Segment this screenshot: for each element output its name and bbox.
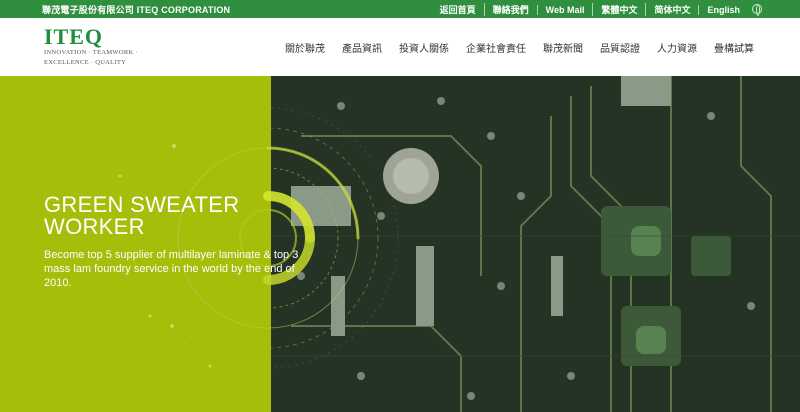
logo-tagline-2: EXCELLENCE · QUALITY (44, 58, 127, 66)
lang-traditional-link[interactable]: 繁體中文 (592, 3, 645, 16)
hero-title-line-2: WORKER (44, 214, 145, 239)
logo[interactable]: ITEQ INNOVATION · TEAMWORK · EXCELLENCE … (44, 26, 138, 67)
hero-desc-line-3: 2010. (44, 277, 72, 289)
lang-simplified-link[interactable]: 简体中文 (645, 3, 698, 16)
nav-products[interactable]: 產品資訊 (342, 40, 382, 55)
webmail-link[interactable]: Web Mail (536, 4, 593, 15)
hero-desc-line-1: Become top 5 supplier of multilayer lami… (44, 249, 299, 261)
nav-investors[interactable]: 投資人關係 (399, 40, 449, 55)
globe-icon[interactable] (752, 4, 762, 16)
top-links: 返回首頁 聯絡我們 Web Mail 繁體中文 简体中文 English (432, 3, 748, 16)
logo-tagline-1: INNOVATION · TEAMWORK · (44, 49, 138, 56)
contact-link[interactable]: 聯絡我們 (483, 3, 537, 16)
hero-banner: GREEN SWEATER WORKER Become top 5 suppli… (0, 76, 800, 412)
hero-green-panel (0, 76, 271, 412)
nav-stackup[interactable]: 疊構試算 (714, 40, 754, 55)
nav-csr[interactable]: 企業社會責任 (466, 40, 526, 55)
nav-about[interactable]: 關於聯茂 (285, 40, 325, 55)
hero-description: Become top 5 supplier of multilayer lami… (44, 248, 324, 290)
nav-quality[interactable]: 品質認證 (600, 40, 640, 55)
logo-mark: ITEQ (44, 24, 104, 49)
nav-news[interactable]: 聯茂新聞 (543, 40, 583, 55)
nav-hr[interactable]: 人力資源 (657, 40, 697, 55)
site-header: ITEQ INNOVATION · TEAMWORK · EXCELLENCE … (0, 18, 800, 76)
main-nav: 關於聯茂 產品資訊 投資人關係 企業社會責任 聯茂新聞 品質認證 人力資源 疊構… (285, 40, 754, 55)
hero-title: GREEN SWEATER WORKER (44, 194, 274, 238)
pcb-background-image (271, 76, 800, 412)
lang-english-link[interactable]: English (698, 4, 748, 15)
hero-desc-line-2: mass lam foundry service in the world by… (44, 263, 295, 275)
hero-title-line-1: GREEN SWEATER (44, 192, 240, 217)
home-link[interactable]: 返回首頁 (432, 3, 484, 16)
top-bar: 聯茂電子股份有限公司 ITEQ CORPORATION 返回首頁 聯絡我們 We… (0, 0, 800, 18)
company-name: 聯茂電子股份有限公司 ITEQ CORPORATION (42, 5, 231, 15)
